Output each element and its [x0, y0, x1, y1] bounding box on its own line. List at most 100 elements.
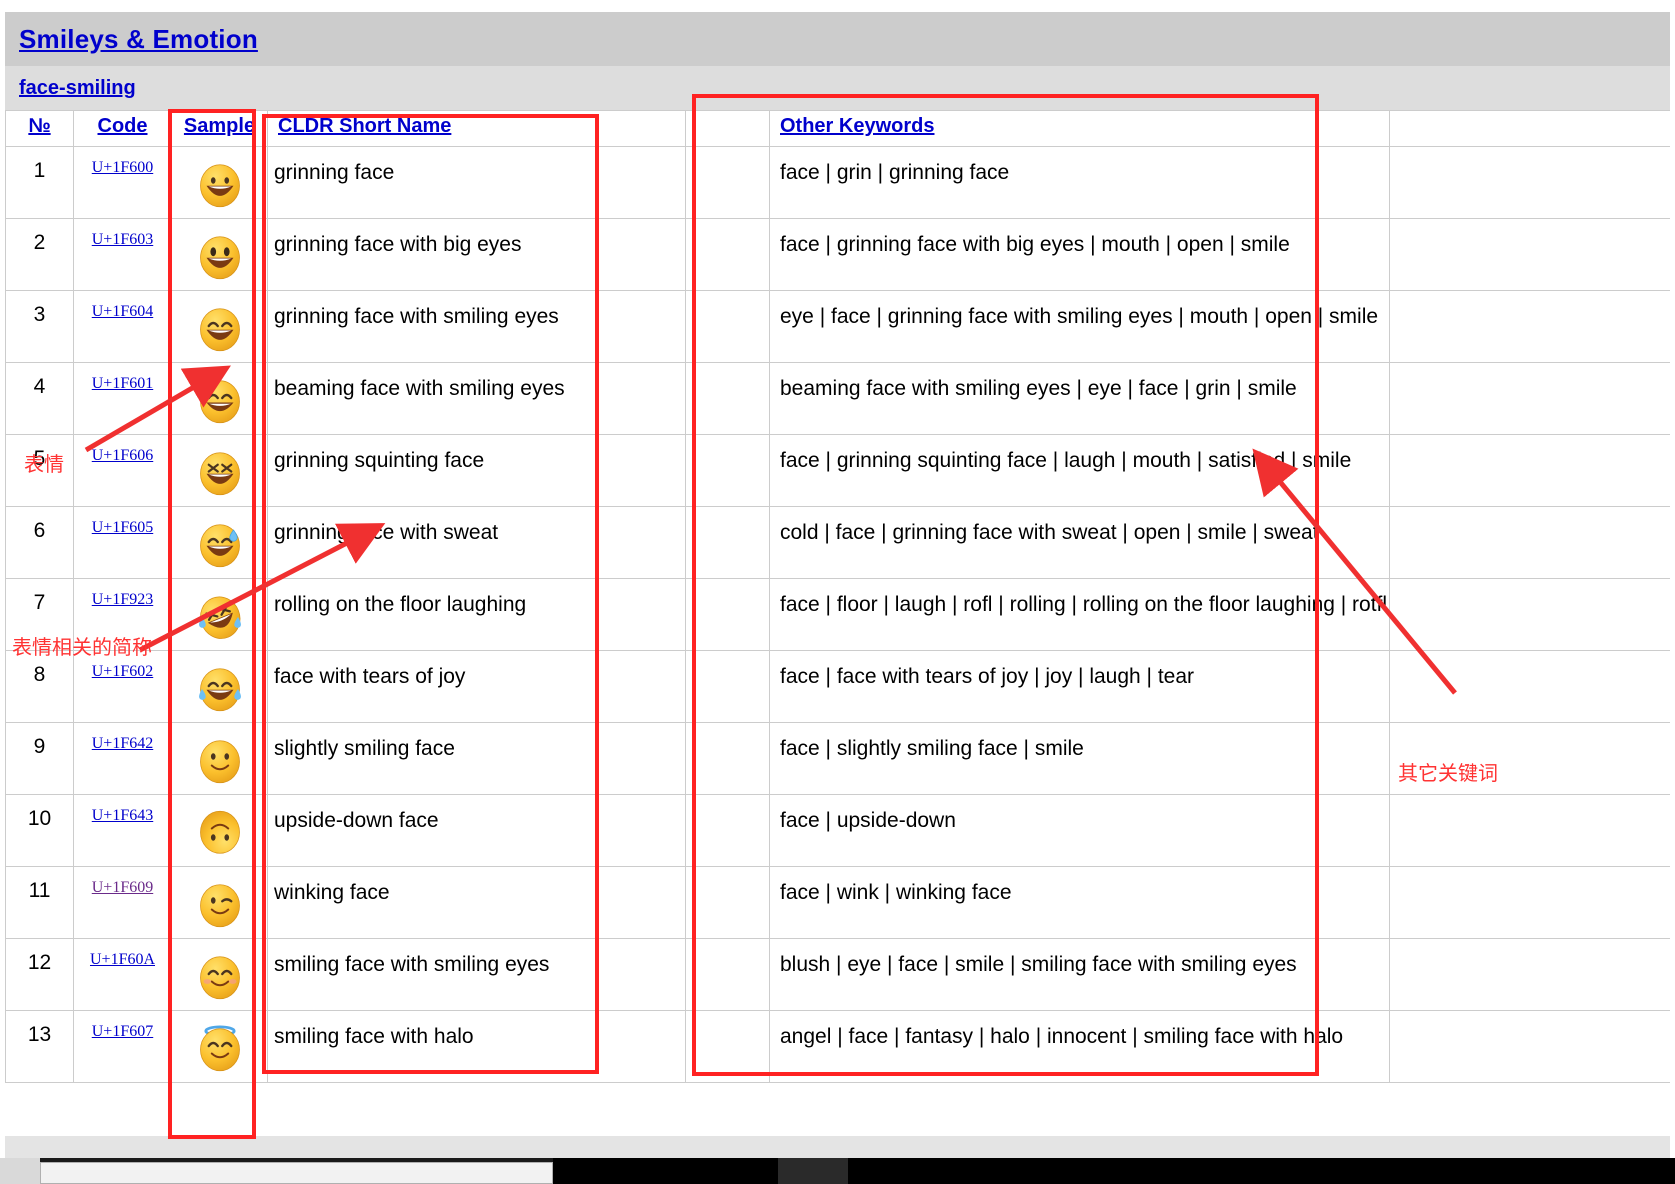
- other-keywords: face | grinning squinting face | laugh |…: [780, 449, 1351, 472]
- cell-cldr-short-name: smiling face with smiling eyes: [268, 939, 686, 1011]
- code-link[interactable]: U+1F60A: [90, 951, 155, 968]
- cell-cldr-short-name: winking face: [268, 867, 686, 939]
- cell-number: 10: [6, 795, 74, 867]
- beaming-face-with-smiling-eyes-emoji: [196, 390, 244, 434]
- cldr-short-name: face with tears of joy: [274, 665, 465, 688]
- cell-cldr-short-name: beaming face with smiling eyes: [268, 363, 686, 435]
- code-link[interactable]: U+1F603: [92, 231, 153, 248]
- other-keywords: face | face with tears of joy | joy | la…: [780, 665, 1194, 688]
- cell-code: U+1F605: [74, 507, 172, 579]
- browser-viewport: Smileys & Emotion face-smiling № Code Sa…: [5, 12, 1670, 1136]
- cldr-short-name: grinning face with smiling eyes: [274, 305, 559, 328]
- cell-code: U+1F601: [74, 363, 172, 435]
- cell-spacer-left: [686, 507, 770, 579]
- column-header-number[interactable]: №: [6, 111, 74, 147]
- column-header-cldr-short-name[interactable]: CLDR Short Name: [268, 111, 686, 147]
- row-number: 8: [34, 663, 46, 686]
- other-keywords: angel | face | fantasy | halo | innocent…: [780, 1025, 1343, 1048]
- column-header-code[interactable]: Code: [74, 111, 172, 147]
- row-number: 4: [34, 375, 46, 398]
- cell-sample: [172, 723, 268, 795]
- cell-sample: [172, 1011, 268, 1083]
- cldr-short-name: rolling on the floor laughing: [274, 593, 526, 616]
- cell-number: 11: [6, 867, 74, 939]
- cell-cldr-short-name: grinning squinting face: [268, 435, 686, 507]
- column-header-keywords-label: Other Keywords: [780, 115, 934, 137]
- cldr-short-name: winking face: [274, 881, 390, 904]
- code-link[interactable]: U+1F604: [92, 303, 153, 320]
- code-link[interactable]: U+1F643: [92, 807, 153, 824]
- subcategory-title-link[interactable]: face-smiling: [19, 77, 136, 100]
- table-row: 8 U+1F602 face with tears of joy face | fac…: [6, 651, 1671, 723]
- column-header-sample[interactable]: Sample: [172, 111, 268, 147]
- cell-other-keywords: eye | face | grinning face with smiling …: [770, 291, 1390, 363]
- code-link[interactable]: U+1F602: [92, 663, 153, 680]
- smiling-face-with-halo-emoji: [196, 1038, 244, 1082]
- column-header-cldr-label: CLDR Short Name: [278, 115, 451, 137]
- code-link[interactable]: U+1F605: [92, 519, 153, 536]
- cell-code: U+1F604: [74, 291, 172, 363]
- cell-spacer-left: [686, 579, 770, 651]
- cell-spacer-right: [1390, 723, 1671, 795]
- cell-spacer-right: [1390, 363, 1671, 435]
- cell-cldr-short-name: grinning face with smiling eyes: [268, 291, 686, 363]
- top-margin: [0, 0, 1675, 12]
- table-header-row: № Code Sample CLDR Short Name Other Keyw…: [6, 111, 1671, 147]
- grinning-face-emoji: [196, 174, 244, 218]
- code-link[interactable]: U+1F923: [92, 591, 153, 608]
- taskbar[interactable]: [0, 1158, 1675, 1184]
- code-link[interactable]: U+1F601: [92, 375, 153, 392]
- cell-number: 1: [6, 147, 74, 219]
- column-header-number-label: №: [28, 115, 50, 137]
- cell-code: U+1F602: [74, 651, 172, 723]
- cell-cldr-short-name: face with tears of joy: [268, 651, 686, 723]
- cldr-short-name: beaming face with smiling eyes: [274, 377, 565, 400]
- winking-face-emoji: [196, 894, 244, 938]
- table-row: 12U+1F60Asmiling face with smiling eyesb…: [6, 939, 1671, 1011]
- cell-sample: [172, 579, 268, 651]
- other-keywords: face | grinning face with big eyes | mou…: [780, 233, 1290, 256]
- page-bottom-strip: [5, 1136, 1670, 1158]
- code-link[interactable]: U+1F600: [92, 159, 153, 176]
- taskbar-dark-segment-b: [778, 1158, 848, 1184]
- cell-sample: [172, 219, 268, 291]
- category-title-link[interactable]: Smileys & Emotion: [19, 24, 258, 55]
- column-header-spacer-left: [686, 111, 770, 147]
- cldr-short-name: grinning squinting face: [274, 449, 484, 472]
- cldr-short-name: smiling face with halo: [274, 1025, 474, 1048]
- cell-sample: [172, 147, 268, 219]
- code-link[interactable]: U+1F609: [92, 879, 153, 896]
- code-link[interactable]: U+1F607: [92, 1023, 153, 1040]
- cell-spacer-right: [1390, 651, 1671, 723]
- code-link[interactable]: U+1F642: [92, 735, 153, 752]
- upside-down-face-emoji: [196, 822, 244, 866]
- cell-spacer-right: [1390, 867, 1671, 939]
- cell-other-keywords: face | face with tears of joy | joy | la…: [770, 651, 1390, 723]
- cell-code: U+1F60A: [74, 939, 172, 1011]
- row-number: 5: [34, 447, 46, 470]
- cell-number: 13: [6, 1011, 74, 1083]
- cell-code: U+1F923: [74, 579, 172, 651]
- column-header-other-keywords[interactable]: Other Keywords: [770, 111, 1390, 147]
- cell-other-keywords: face | grin | grinning face: [770, 147, 1390, 219]
- grinning-face-with-big-eyes-emoji: [196, 246, 244, 290]
- cell-other-keywords: angel | face | fantasy | halo | innocent…: [770, 1011, 1390, 1083]
- cell-spacer-right: [1390, 219, 1671, 291]
- cell-spacer-left: [686, 723, 770, 795]
- cell-sample: [172, 507, 268, 579]
- face-with-tears-of-joy-emoji: [196, 678, 244, 722]
- taskbar-dark-segment-a: [553, 1158, 778, 1184]
- other-keywords: blush | eye | face | smile | smiling fac…: [780, 953, 1297, 976]
- taskbar-start-segment[interactable]: [0, 1158, 40, 1184]
- code-link[interactable]: U+1F606: [92, 447, 153, 464]
- taskbar-window-item[interactable]: [40, 1162, 553, 1184]
- slightly-smiling-face-emoji: [196, 750, 244, 794]
- other-keywords: face | grin | grinning face: [780, 161, 1009, 184]
- table-row: 2U+1F603grinning face with big eyesface …: [6, 219, 1671, 291]
- cldr-short-name: smiling face with smiling eyes: [274, 953, 549, 976]
- cell-code: U+1F609: [74, 867, 172, 939]
- grinning-squinting-face-emoji: [196, 462, 244, 506]
- cell-number: 7: [6, 579, 74, 651]
- table-row: 6U+1F605grinning face with sweatcold | f…: [6, 507, 1671, 579]
- cell-spacer-left: [686, 147, 770, 219]
